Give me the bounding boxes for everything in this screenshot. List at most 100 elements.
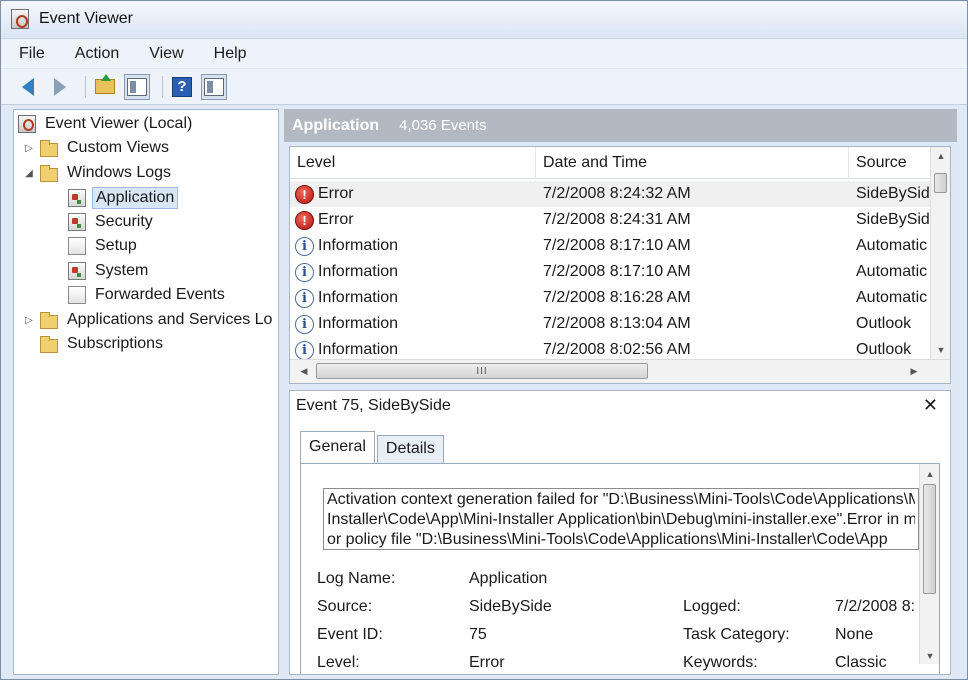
expand-icon[interactable]: ▷ <box>22 315 36 326</box>
menu-file[interactable]: File <box>15 43 49 65</box>
event-row[interactable]: i Information 7/2/2008 8:13:04 AM Outloo… <box>290 311 930 337</box>
help-button[interactable]: ? <box>169 74 195 100</box>
event-count: 4,036 Events <box>399 117 487 134</box>
tree-item-forwarded-events[interactable]: Forwarded Events <box>68 283 228 307</box>
logged-value: 7/2/2008 8: <box>835 598 916 615</box>
tree-item-security[interactable]: Security <box>68 210 156 234</box>
event-level: Error <box>318 211 354 228</box>
tree-item-setup[interactable]: Setup <box>68 234 140 258</box>
event-row[interactable]: ! Error 7/2/2008 8:24:32 AM SideBySide <box>290 181 930 207</box>
event-viewer-window: Event Viewer File Action View Help ? Eve… <box>0 0 968 680</box>
event-source: Automatic <box>856 237 928 254</box>
menu-view[interactable]: View <box>145 43 187 65</box>
event-row[interactable]: i Information 7/2/2008 8:16:28 AM Automa… <box>290 285 930 311</box>
keywords-value: Classic <box>835 654 887 671</box>
tree-item-label: Setup <box>95 237 137 254</box>
event-level-cell: i Information <box>295 233 535 259</box>
error-icon: ! <box>295 184 314 204</box>
column-header-date-and-time[interactable]: Date and Time <box>536 147 849 179</box>
menu-action[interactable]: Action <box>71 43 123 65</box>
scroll-up-arrow-icon[interactable]: ▲ <box>931 147 950 165</box>
event-level: Error <box>318 185 354 202</box>
menu-help[interactable]: Help <box>210 43 251 65</box>
scroll-up-arrow-icon[interactable]: ▲ <box>920 466 940 482</box>
forward-button[interactable] <box>47 74 73 100</box>
event-id-label: Event ID: <box>317 626 383 643</box>
log-icon <box>68 189 86 207</box>
forward-arrow-icon <box>54 77 66 96</box>
tree-item-label: Forwarded Events <box>95 286 225 303</box>
log-document-icon <box>68 286 86 304</box>
toolbar: ? <box>1 69 967 105</box>
event-level: Information <box>318 263 399 280</box>
task-category-label: Task Category: <box>683 626 790 643</box>
event-source: SideBySide <box>856 211 930 228</box>
scroll-thumb[interactable]: III <box>316 363 648 379</box>
show-hide-action-pane-button[interactable] <box>201 73 227 100</box>
tab-details[interactable]: Details <box>376 435 444 463</box>
event-date: 7/2/2008 8:17:10 AM <box>543 237 691 254</box>
up-one-level-button[interactable] <box>92 74 118 100</box>
events-grid: Level Date and Time Source ! Error 7/2/2… <box>289 146 951 384</box>
event-row[interactable]: i Information 7/2/2008 8:17:10 AM Automa… <box>290 259 930 285</box>
event-source: Outlook <box>856 315 912 332</box>
close-icon[interactable]: ✕ <box>923 395 938 416</box>
tree-item-label: Security <box>95 213 153 230</box>
tree-item-event-viewer-local[interactable]: Event Viewer (Local) <box>18 112 195 136</box>
description-line: or policy file "D:\Business\Mini-Tools\C… <box>327 531 888 548</box>
event-row[interactable]: i Information 7/2/2008 8:17:10 AM Automa… <box>290 233 930 259</box>
event-level: Information <box>318 315 399 332</box>
log-icon <box>68 213 86 231</box>
logged-label: Logged: <box>683 598 741 615</box>
collapse-icon[interactable]: ◢ <box>22 168 36 179</box>
folder-icon <box>40 164 58 182</box>
tree-item-system[interactable]: System <box>68 259 151 283</box>
event-row[interactable]: ! Error 7/2/2008 8:24:31 AM SideBySide <box>290 207 930 233</box>
events-vertical-scrollbar[interactable]: ▲ ▼ <box>930 147 950 359</box>
log-title: Application <box>292 116 380 134</box>
tree-item-label: Event Viewer (Local) <box>45 115 193 132</box>
tree-item-label: Subscriptions <box>67 335 164 352</box>
event-level-cell: ! Error <box>295 207 535 233</box>
description-line: Activation context generation failed for… <box>327 491 915 508</box>
folder-up-icon <box>95 74 115 94</box>
back-button[interactable] <box>15 74 41 100</box>
tree-item-label: Application <box>92 187 179 209</box>
show-hide-action-pane-icon <box>204 77 224 96</box>
window-title: Event Viewer <box>39 10 133 27</box>
scroll-down-arrow-icon[interactable]: ▼ <box>920 648 940 664</box>
general-tab-content: Activation context generation failed for… <box>300 463 940 674</box>
scroll-left-arrow-icon[interactable]: ◀ <box>294 360 314 382</box>
event-description[interactable]: Activation context generation failed for… <box>323 488 919 550</box>
tree-item-windows-logs[interactable]: ◢ Windows Logs <box>22 161 174 185</box>
tree-item-application[interactable]: Application <box>68 186 179 210</box>
show-hide-tree-icon <box>127 77 147 96</box>
scroll-down-arrow-icon[interactable]: ▼ <box>931 341 950 359</box>
tab-general[interactable]: General <box>300 431 375 463</box>
tree-item-subscriptions[interactable]: Subscriptions <box>40 332 166 356</box>
information-icon: i <box>295 314 314 334</box>
tree-item-custom-views[interactable]: ▷ Custom Views <box>22 136 172 160</box>
event-level-cell: i Information <box>295 311 535 337</box>
show-hide-tree-button[interactable] <box>124 73 150 100</box>
expand-icon[interactable]: ▷ <box>22 143 36 154</box>
log-name-value: Application <box>469 570 548 587</box>
column-header-level[interactable]: Level <box>290 147 536 179</box>
scroll-thumb[interactable] <box>923 484 936 594</box>
event-source: SideBySide <box>856 185 930 202</box>
events-horizontal-scrollbar[interactable]: ◀ III ▶ <box>290 359 950 383</box>
event-source: Automatic <box>856 263 928 280</box>
keywords-label: Keywords: <box>683 654 758 671</box>
event-detail-pane: Event 75, SideBySide ✕ General Details A… <box>289 390 951 675</box>
description-line: Installer\Code\App\Mini-Installer Applic… <box>327 511 915 528</box>
tree-item-applications-and-services-logs[interactable]: ▷ Applications and Services Lo <box>22 308 275 332</box>
event-id-value: 75 <box>469 626 487 643</box>
event-level-cell: ! Error <box>295 181 535 207</box>
detail-vertical-scrollbar[interactable]: ▲ ▼ <box>919 464 939 664</box>
toolbar-separator <box>85 75 86 98</box>
information-icon: i <box>295 236 314 256</box>
scroll-thumb[interactable] <box>934 173 947 193</box>
scroll-right-arrow-icon[interactable]: ▶ <box>904 360 924 382</box>
tree-item-label: Applications and Services Lo <box>67 311 273 328</box>
title-bar[interactable]: Event Viewer <box>1 1 967 37</box>
